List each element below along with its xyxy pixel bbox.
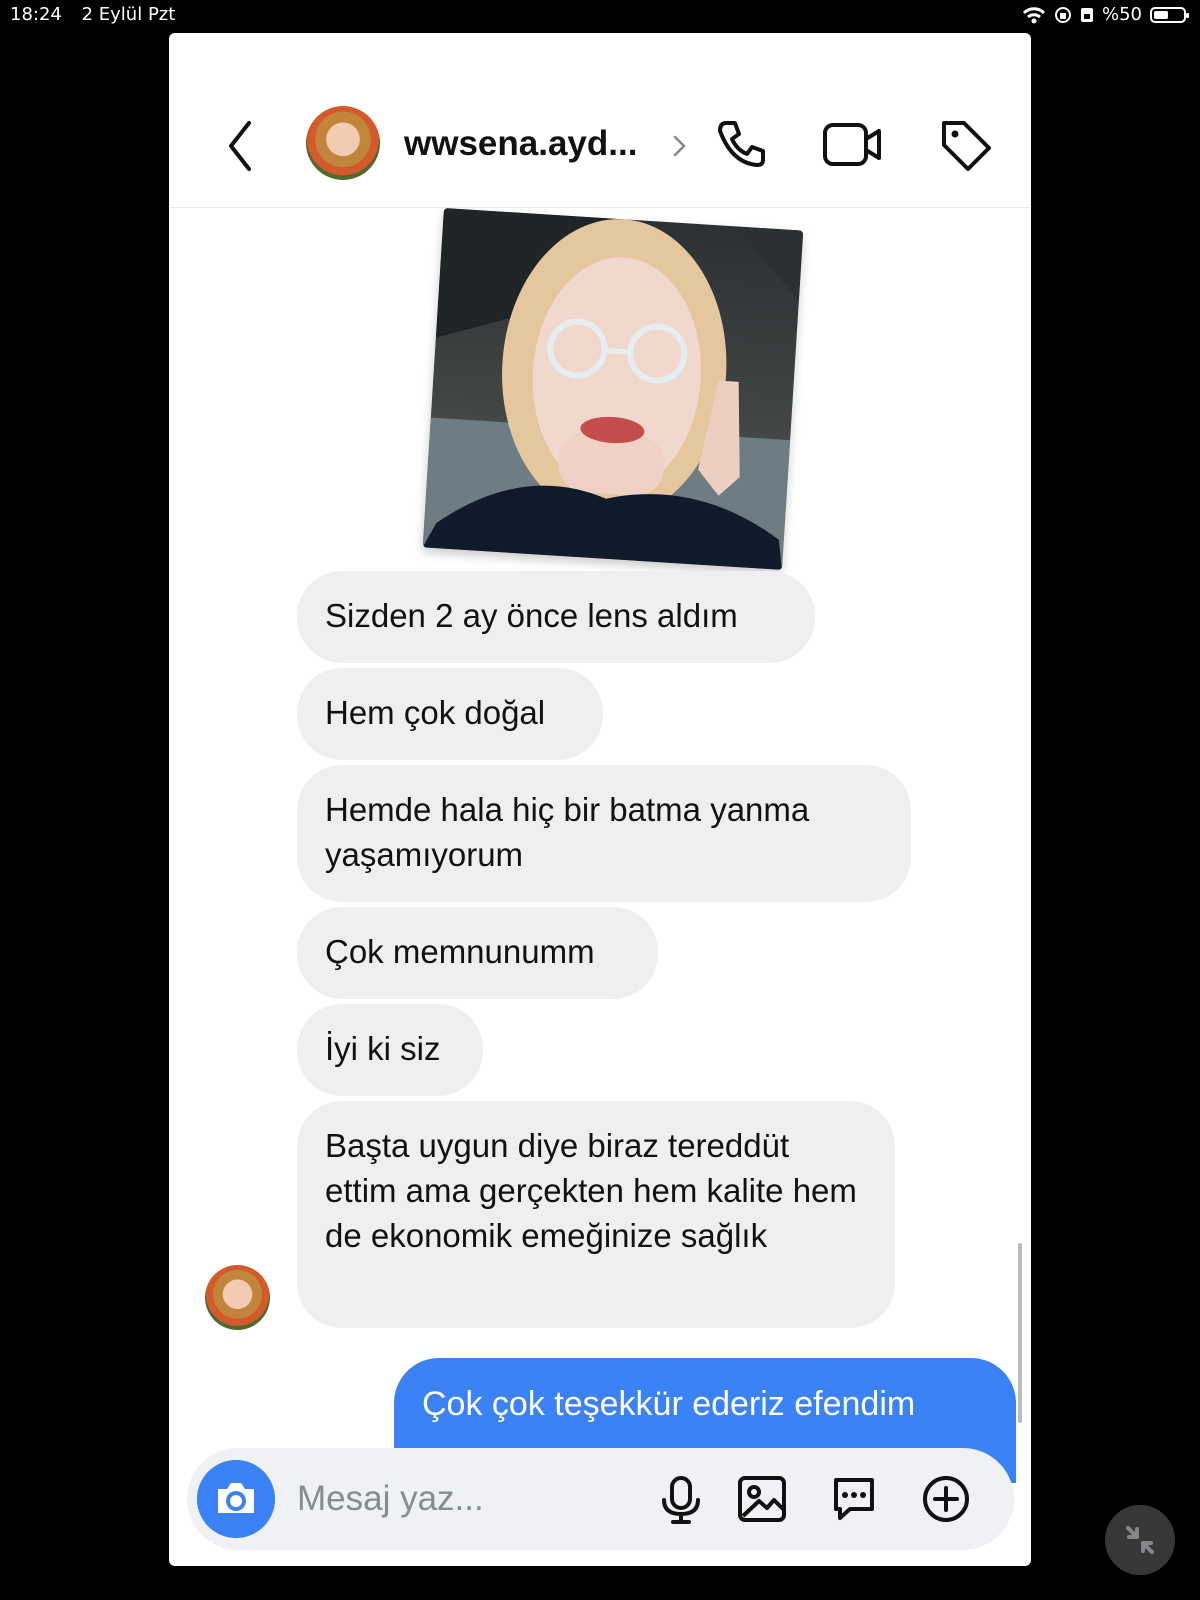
battery-level <box>1154 10 1168 19</box>
microphone-icon[interactable] <box>655 1473 707 1525</box>
chat-scrollbar[interactable] <box>1018 1243 1022 1423</box>
back-button[interactable] <box>221 117 261 175</box>
status-left: 18:24 2 Eylül Pzt <box>10 4 189 25</box>
camera-button[interactable] <box>197 1460 275 1538</box>
photo-content <box>422 208 804 570</box>
chat-header: wwsena.ayd... <box>169 33 1031 208</box>
wifi-icon <box>1022 6 1046 23</box>
contact-username[interactable]: wwsena.ayd... <box>404 124 664 164</box>
battery-icon <box>1150 6 1189 23</box>
battery-text: %50 <box>1101 4 1142 25</box>
message-input[interactable] <box>295 1475 609 1523</box>
shared-selfie-photo[interactable] <box>422 208 804 570</box>
status-right: %50 <box>1022 4 1189 25</box>
received-message-6[interactable]: Başta uygun diye biraz tereddüt ettim am… <box>297 1101 895 1328</box>
status-bar: 18:24 2 Eylül Pzt %50 <box>0 0 1200 30</box>
messenger-window: wwsena.ayd... Sizden 2 ay önce lens aldı… <box>169 33 1031 1566</box>
message-composer <box>187 1448 1014 1550</box>
phone-icon[interactable] <box>712 115 770 173</box>
tag-icon[interactable] <box>937 115 995 173</box>
received-message-2[interactable]: Hem çok doğal <box>297 668 603 760</box>
status-time: 18:24 <box>10 4 62 25</box>
image-icon[interactable] <box>736 1473 788 1525</box>
collapse-window-button[interactable] <box>1105 1505 1175 1575</box>
chevron-right-icon[interactable] <box>672 133 688 159</box>
chat-history[interactable]: Sizden 2 ay önce lens aldım Hem çok doğa… <box>169 208 1031 1483</box>
received-message-5[interactable]: İyi ki siz <box>297 1004 483 1096</box>
status-date: 2 Eylül Pzt <box>81 4 176 25</box>
sender-avatar[interactable] <box>205 1265 270 1330</box>
received-message-1[interactable]: Sizden 2 ay önce lens aldım <box>297 571 815 663</box>
video-icon[interactable] <box>823 115 881 173</box>
plus-circle-icon[interactable] <box>920 1473 972 1525</box>
message-dots-icon[interactable] <box>828 1473 880 1525</box>
lock-icon <box>1080 7 1093 22</box>
received-message-4[interactable]: Çok memnunumm <box>297 907 658 999</box>
received-message-3[interactable]: Hemde hala hiç bir batma yanma yaşamıyor… <box>297 765 911 902</box>
location-lock-icon <box>1054 6 1071 23</box>
contact-avatar[interactable] <box>306 106 380 180</box>
